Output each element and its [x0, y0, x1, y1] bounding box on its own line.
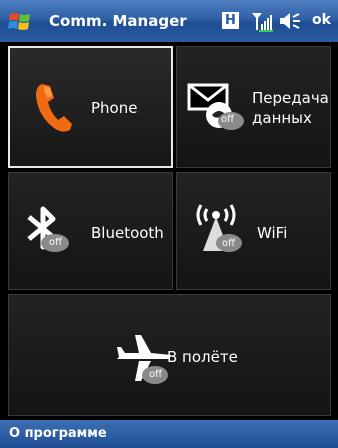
bluetooth-icon — [27, 206, 69, 252]
flight-mode-label: В полёте — [167, 348, 238, 366]
phone-tile[interactable]: Phone — [8, 46, 173, 168]
airplane-icon — [117, 335, 171, 384]
bluetooth-label: Bluetooth — [91, 224, 164, 242]
about-softkey[interactable]: О программе — [9, 426, 107, 441]
ok-button[interactable]: ok — [312, 12, 331, 28]
flight-mode-tile[interactable]: off В полёте — [8, 294, 331, 416]
wifi-off-badge: off — [222, 238, 236, 249]
signal-strength-icon[interactable] — [251, 10, 273, 32]
wifi-label: WiFi — [257, 224, 288, 242]
data-off-badge: off — [221, 114, 235, 125]
data-transfer-tile[interactable]: off Передача данных — [176, 46, 331, 168]
data-transfer-label-line1: Передача — [252, 89, 329, 107]
data-transfer-label-line2: данных — [252, 109, 312, 127]
bluetooth-tile[interactable]: off Bluetooth — [8, 172, 173, 290]
phone-label: Phone — [91, 99, 138, 117]
phone-handset-icon — [36, 84, 72, 132]
flight-off-badge: off — [149, 369, 163, 380]
app-title: Comm. Manager — [49, 12, 187, 30]
windows-flag-icon[interactable] — [7, 9, 34, 34]
soft-key-bar: О программе — [0, 420, 338, 448]
hsdpa-indicator-icon[interactable]: H — [222, 12, 239, 29]
title-bar: Comm. Manager H ok — [0, 0, 338, 42]
bluetooth-off-badge: off — [49, 237, 63, 248]
wifi-tile[interactable]: off WiFi — [176, 172, 331, 290]
wifi-antenna-icon — [196, 204, 242, 252]
envelope-data-icon — [187, 83, 244, 130]
speaker-volume-icon[interactable] — [279, 12, 303, 30]
